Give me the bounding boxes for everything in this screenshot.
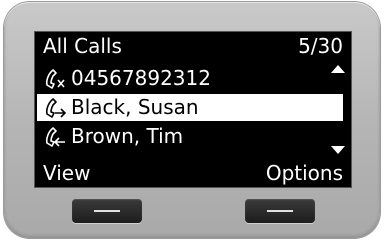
outgoing-call-icon: [45, 98, 67, 118]
call-list-item[interactable]: 04567892312: [37, 65, 343, 92]
softkey-view-label[interactable]: View: [43, 160, 90, 187]
incoming-call-icon: [45, 127, 65, 147]
missed-call-icon: [45, 69, 65, 89]
screen-header: All Calls 5/30: [35, 32, 351, 61]
minus-icon: [267, 210, 293, 212]
call-list-item-label: Brown, Tim: [71, 124, 184, 148]
scroll-up-icon: [331, 65, 345, 73]
call-list-item-label: Black, Susan: [71, 95, 199, 119]
minus-icon: [94, 210, 120, 212]
page-title: All Calls: [43, 34, 122, 58]
left-softkey-button[interactable]: [72, 199, 142, 223]
call-list: 04567892312 Black, Susan Brown, Tim: [35, 62, 351, 160]
softkey-bar: View Options: [35, 160, 351, 189]
right-softkey-button[interactable]: [245, 199, 315, 223]
list-position-counter: 5/30: [298, 34, 343, 58]
call-list-item-selected[interactable]: Black, Susan: [37, 94, 343, 121]
softkey-options-label[interactable]: Options: [266, 160, 343, 187]
display-screen: All Calls 5/30 04567892312 Black, Susan …: [34, 31, 352, 188]
call-list-item[interactable]: Brown, Tim: [37, 123, 343, 150]
call-list-item-label: 04567892312: [71, 66, 211, 90]
scroll-down-icon: [331, 146, 345, 154]
